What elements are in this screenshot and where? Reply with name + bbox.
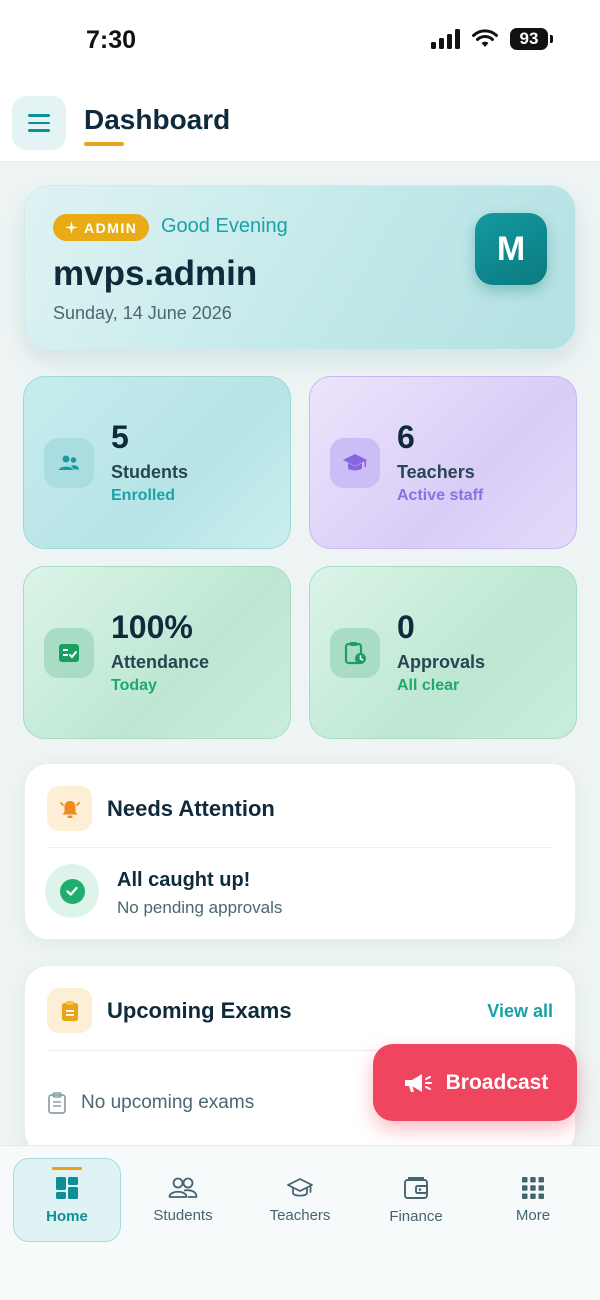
app-header: Dashboard [0,82,600,162]
view-all-link[interactable]: View all [487,1001,553,1022]
section-title: Needs Attention [107,796,275,821]
nav-label: More [515,1206,551,1224]
empty-state-text: No upcoming exams [81,1092,255,1113]
users-icon [44,438,94,488]
stat-card-attendance[interactable]: 100% Attendance Today [23,566,291,739]
needs-attention-card: Needs Attention All caught up! No pendin… [24,763,576,940]
stat-value: 100% [111,609,193,645]
title-underline [84,142,124,146]
hamburger-menu-icon [28,114,50,117]
megaphone-icon [404,1073,432,1092]
signal-icon [431,29,460,49]
stat-sublabel: All clear [397,677,460,694]
nav-teachers[interactable]: Teachers [246,1158,354,1242]
clipboard-clock-icon [330,628,380,678]
menu-button[interactable] [12,96,66,150]
stat-card-approvals[interactable]: 0 Approvals All clear [309,566,577,739]
wallet-icon [404,1176,428,1199]
graduation-cap-icon [287,1177,313,1197]
stat-sublabel: Enrolled [111,487,176,504]
wifi-icon [472,29,498,47]
hamburger-line [28,129,50,132]
username: mvps.admin [53,254,258,293]
stat-card-teachers[interactable]: 6 Teachers Active staff [309,376,577,549]
stat-value: 0 [397,609,415,645]
role-badge: ADMIN [53,214,150,241]
nav-label: Students [153,1206,213,1224]
check-circle-icon [45,864,99,918]
greeting-text: Good Evening [161,215,288,237]
greeting-card: ADMIN Good Evening mvps.admin Sunday, 14… [24,185,576,350]
checklist-icon [44,628,94,678]
check-mark [59,878,85,904]
nav-finance[interactable]: Finance [362,1158,470,1242]
avatar[interactable]: M [475,213,547,285]
stat-card-students[interactable]: 5 Students Enrolled [23,376,291,549]
nav-home[interactable]: Home [13,1158,121,1242]
bottom-navigation: Home Students Teachers Finance More [0,1145,600,1300]
hamburger-line [28,121,50,125]
status-subtitle: No pending approvals [117,898,283,917]
stat-sublabel: Today [111,677,157,694]
clipboard-outline-icon [48,1092,66,1114]
nav-label: Home [46,1207,88,1225]
stat-label: Attendance [111,652,210,672]
broadcast-label: Broadcast [445,1070,549,1094]
status-icons: 93 [431,28,553,50]
status-title: All caught up! [117,869,251,891]
role-badge-label: ADMIN [84,219,138,236]
battery-indicator: 93 [510,28,553,50]
stat-value: 5 [111,419,129,455]
current-date: Sunday, 14 June 2026 [53,303,232,323]
nav-label: Finance [389,1207,443,1225]
stat-label: Approvals [397,652,486,672]
divider [47,847,553,848]
sparkle-icon [65,221,78,234]
graduation-cap-icon [330,438,380,488]
apps-grid-icon [522,1176,544,1199]
nav-label: Teachers [269,1206,331,1224]
stat-label: Teachers [397,462,475,482]
stat-label: Students [111,462,189,482]
alarm-bell-icon [47,786,92,831]
nav-students[interactable]: Students [129,1158,237,1242]
status-time: 7:30 [86,26,137,54]
page-title: Dashboard [84,104,231,135]
clipboard-icon [47,988,92,1033]
users-icon [168,1177,198,1198]
stat-value: 6 [397,419,415,455]
empty-state: No upcoming exams [47,1092,254,1114]
home-grid-icon [56,1176,78,1199]
broadcast-button[interactable]: Broadcast [373,1044,577,1121]
nav-more[interactable]: More [479,1158,587,1242]
section-title: Upcoming Exams [107,998,292,1023]
status-bar: 7:30 93 [0,0,600,82]
stat-sublabel: Active staff [397,487,484,504]
